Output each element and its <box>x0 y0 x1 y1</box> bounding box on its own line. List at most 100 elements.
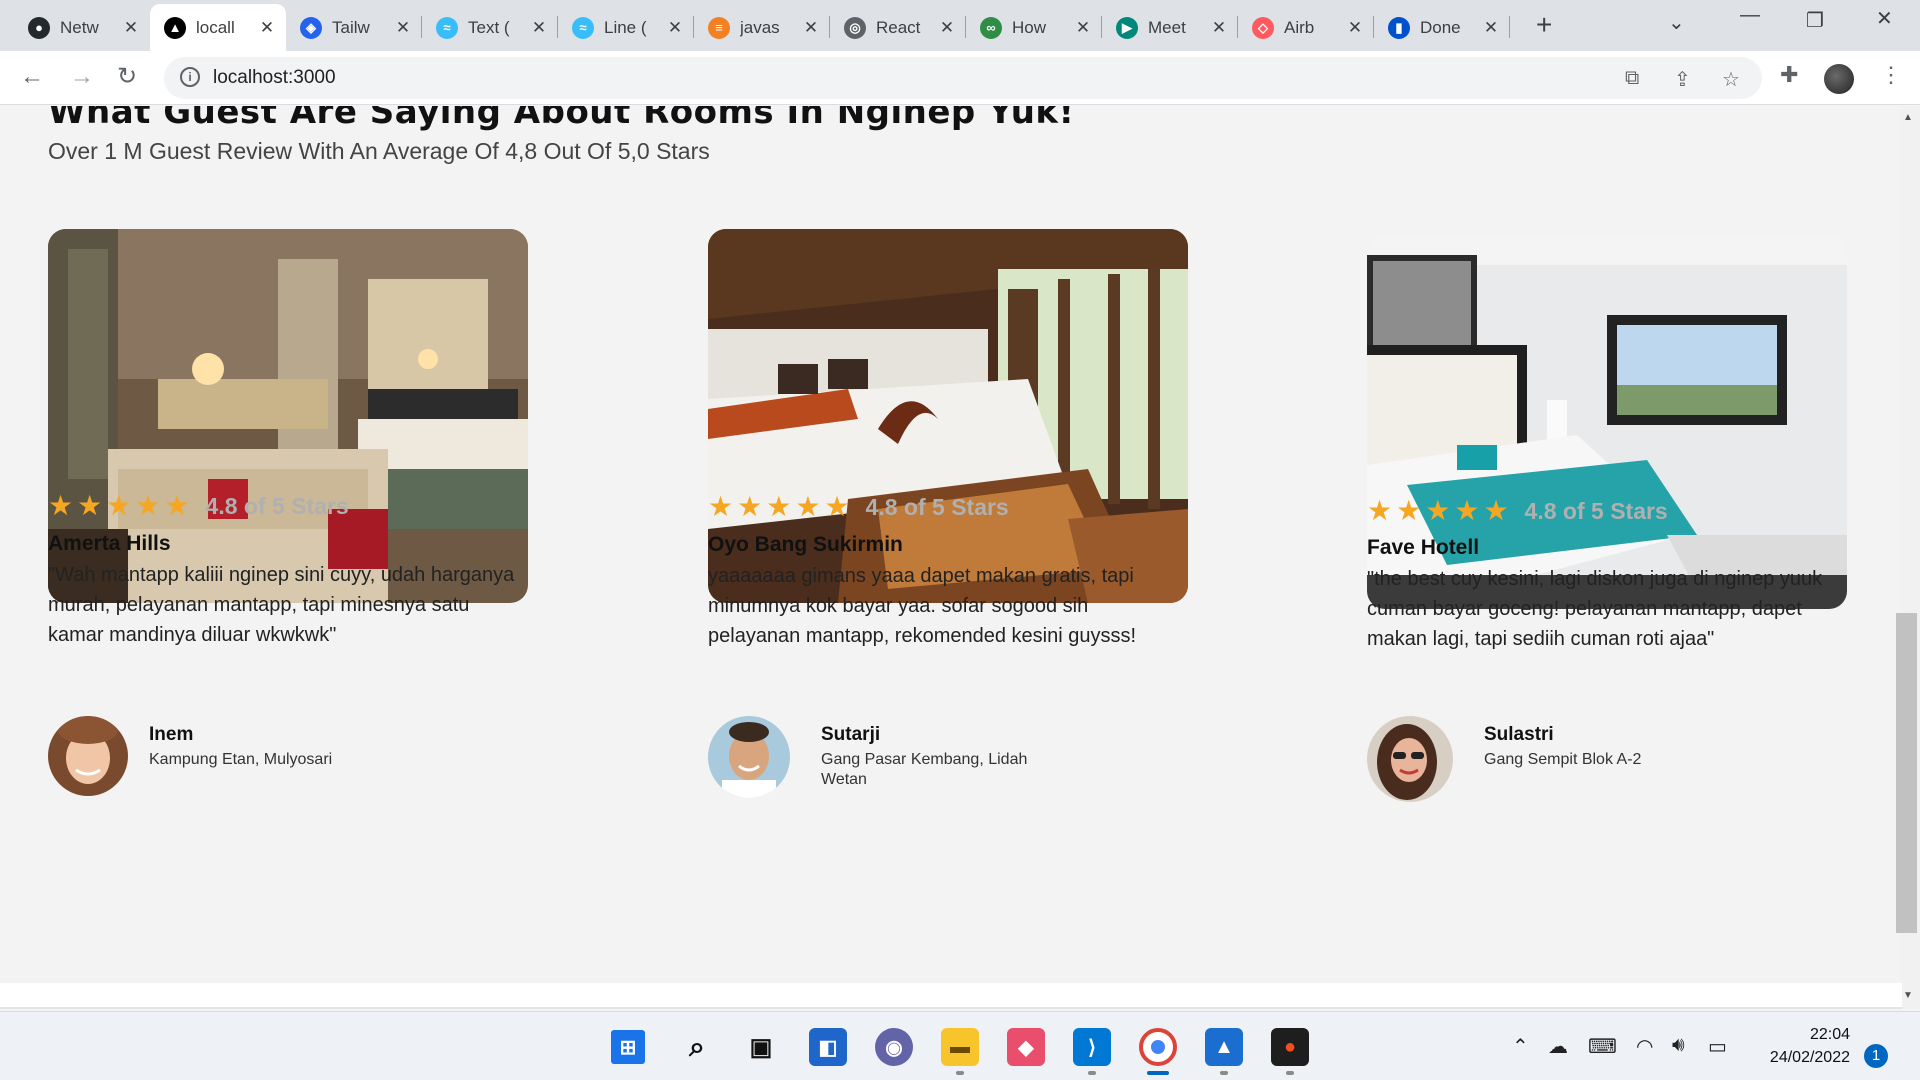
browser-tab[interactable]: ▶ Meet ✕ <box>1102 4 1238 51</box>
back-arrow-icon[interactable]: ← <box>20 64 44 90</box>
site-info-icon[interactable]: i <box>180 67 200 87</box>
photos-icon[interactable]: ▲ <box>1205 1028 1243 1066</box>
teams-chat-icon[interactable]: ◉ <box>875 1028 913 1066</box>
star-icon: ★ <box>106 490 132 521</box>
tab-title: Airb <box>1284 17 1315 37</box>
stackoverflow-icon: ≡ <box>708 16 730 39</box>
running-indicator <box>1286 1071 1294 1075</box>
close-tab-icon[interactable]: ✕ <box>394 18 412 38</box>
search-icon[interactable]: ⌕ <box>678 1028 716 1066</box>
minimize-button[interactable]: — <box>1740 4 1760 27</box>
browser-tab[interactable]: ▲ locall ✕ <box>150 4 286 51</box>
system-clock[interactable]: 22:04 24/02/2022 <box>1740 1023 1850 1069</box>
address-bar[interactable]: i localhost:3000 ⧉ ⇪ ☆ <box>164 57 1762 99</box>
browser-tab[interactable]: ● Netw ✕ <box>14 4 150 51</box>
star-icon: ★ <box>708 491 734 522</box>
browser-tab[interactable]: ◈ Tailw ✕ <box>286 4 422 51</box>
tray-chevron-up-icon[interactable]: ⌃ <box>1512 1034 1529 1059</box>
rating-stars: ★ ★ ★ ★ ★ 4.8 of 5 Stars <box>708 493 1009 521</box>
scroll-down-arrow-icon[interactable]: ▼ <box>1903 990 1913 1001</box>
bookmark-star-icon[interactable]: ☆ <box>1722 67 1740 92</box>
extensions-icon[interactable]: ✚ <box>1780 62 1798 88</box>
hotel-name: Amerta Hills <box>48 532 171 555</box>
close-tab-icon[interactable]: ✕ <box>530 18 548 38</box>
tab-title: React <box>876 17 921 37</box>
review-text: "the best cuy kesini, lagi diskon juga d… <box>1367 568 1823 650</box>
reload-icon[interactable]: ↻ <box>117 64 137 90</box>
section-title: What Guest Are Saying About Rooms In Ngi… <box>48 106 1075 132</box>
close-tab-icon[interactable]: ✕ <box>1346 18 1364 38</box>
figma-icon[interactable]: ● <box>1271 1028 1309 1066</box>
guest-address: Kampung Etan, Mulyosari <box>149 751 333 768</box>
battery-icon[interactable]: ▭ <box>1708 1034 1727 1059</box>
restore-button[interactable]: ❐ <box>1806 8 1824 33</box>
browser-tab[interactable]: ◇ Airb ✕ <box>1238 4 1374 51</box>
close-tab-icon[interactable]: ✕ <box>122 18 140 38</box>
tab-title: Tailw <box>332 17 370 37</box>
share-icon[interactable]: ⇪ <box>1674 67 1691 92</box>
browser-tab[interactable]: ◎ React ✕ <box>830 4 966 51</box>
scroll-up-arrow-icon[interactable]: ▲ <box>1903 112 1913 123</box>
menu-icon[interactable]: ⋮ <box>1880 62 1902 88</box>
browser-tab[interactable]: ≈ Text (✕ <box>422 4 558 51</box>
google-meet-icon: ▶ <box>1116 16 1138 39</box>
guest-address: Gang Sempit Blok A-2 <box>1484 751 1642 768</box>
browser-tab[interactable]: ∞ How ✕ <box>966 4 1102 51</box>
hotel-name: Oyo Bang Sukirmin <box>708 533 903 556</box>
guest-name: Inem <box>149 724 194 745</box>
guest-name: Sutarji <box>821 724 881 745</box>
geeksforgeeks-icon: ∞ <box>980 16 1002 39</box>
browser-tab[interactable]: ≡ javas ✕ <box>694 4 830 51</box>
volume-icon[interactable]: 🔊︎ <box>1672 1034 1685 1057</box>
vscode-icon[interactable]: ⟩ <box>1073 1028 1111 1066</box>
tab-search-icon[interactable]: ⌄ <box>1668 10 1685 35</box>
notification-badge[interactable]: 1 <box>1864 1044 1888 1068</box>
windows-start-icon[interactable]: ⊞ <box>611 1030 645 1064</box>
profile-avatar[interactable] <box>1824 64 1854 94</box>
tab-title: Meet <box>1148 17 1186 37</box>
close-tab-icon[interactable]: ✕ <box>1482 18 1500 38</box>
guest-address: Gang Pasar Kembang, Lidah Wetan <box>821 751 1028 788</box>
widgets-icon[interactable]: ◧ <box>809 1028 847 1066</box>
tailwind-ui-icon: ◈ <box>300 16 322 39</box>
browser-tab[interactable]: ≈ Line (✕ <box>558 4 694 51</box>
hotel-name: Fave Hotell <box>1367 536 1480 559</box>
star-icon: ★ <box>1425 495 1451 526</box>
close-window-button[interactable]: ✕ <box>1876 6 1893 31</box>
close-tab-icon[interactable]: ✕ <box>802 18 820 38</box>
rating-stars: ★ ★ ★ ★ ★ 4.8 of 5 Stars <box>48 492 349 520</box>
globe-icon: ◎ <box>844 16 866 39</box>
git-kraken-icon[interactable]: ◆ <box>1007 1028 1045 1066</box>
chrome-icon[interactable] <box>1139 1028 1177 1066</box>
close-tab-icon[interactable]: ✕ <box>1074 18 1092 38</box>
guest-name: Sulastri <box>1484 724 1554 745</box>
rating-stars: ★ ★ ★ ★ ★ 4.8 of 5 Stars <box>1367 497 1668 525</box>
page-scrollbar-thumb[interactable] <box>1896 613 1917 933</box>
close-tab-icon[interactable]: ✕ <box>258 18 276 38</box>
browser-toolbar: ← → ↻ i localhost:3000 ⧉ ⇪ ☆ <box>0 51 1920 105</box>
star-icon: ★ <box>737 491 763 522</box>
new-tab-button[interactable]: + <box>1536 11 1552 39</box>
page-content: What Guest Are Saying About Rooms In Ngi… <box>0 106 1902 983</box>
forward-arrow-icon[interactable]: → <box>70 64 94 90</box>
rating-text: 4.8 of 5 Stars <box>865 493 1009 520</box>
close-tab-icon[interactable]: ✕ <box>1210 18 1228 38</box>
task-view-icon[interactable]: ▣ <box>742 1028 780 1066</box>
tab-title: Text ( <box>468 17 510 37</box>
keyboard-icon[interactable]: ⌨ <box>1588 1034 1617 1059</box>
tab-title: How <box>1012 17 1047 37</box>
active-app-indicator <box>1147 1071 1169 1075</box>
star-icon: ★ <box>824 491 850 522</box>
translate-icon[interactable]: ⧉ <box>1625 67 1639 90</box>
file-explorer-icon[interactable]: ▬ <box>941 1028 979 1066</box>
star-icon: ★ <box>135 490 161 521</box>
close-tab-icon[interactable]: ✕ <box>938 18 956 38</box>
browser-tab[interactable]: ▮ Done ✕ <box>1374 4 1510 51</box>
guest-avatar <box>708 716 790 798</box>
onedrive-cloud-icon[interactable]: ☁ <box>1548 1034 1568 1059</box>
close-tab-icon[interactable]: ✕ <box>666 18 684 38</box>
url-text[interactable]: localhost:3000 <box>213 67 336 89</box>
running-indicator <box>1088 1071 1096 1075</box>
wifi-icon[interactable]: ◠ <box>1636 1034 1653 1059</box>
clock-time: 22:04 <box>1809 1026 1850 1043</box>
